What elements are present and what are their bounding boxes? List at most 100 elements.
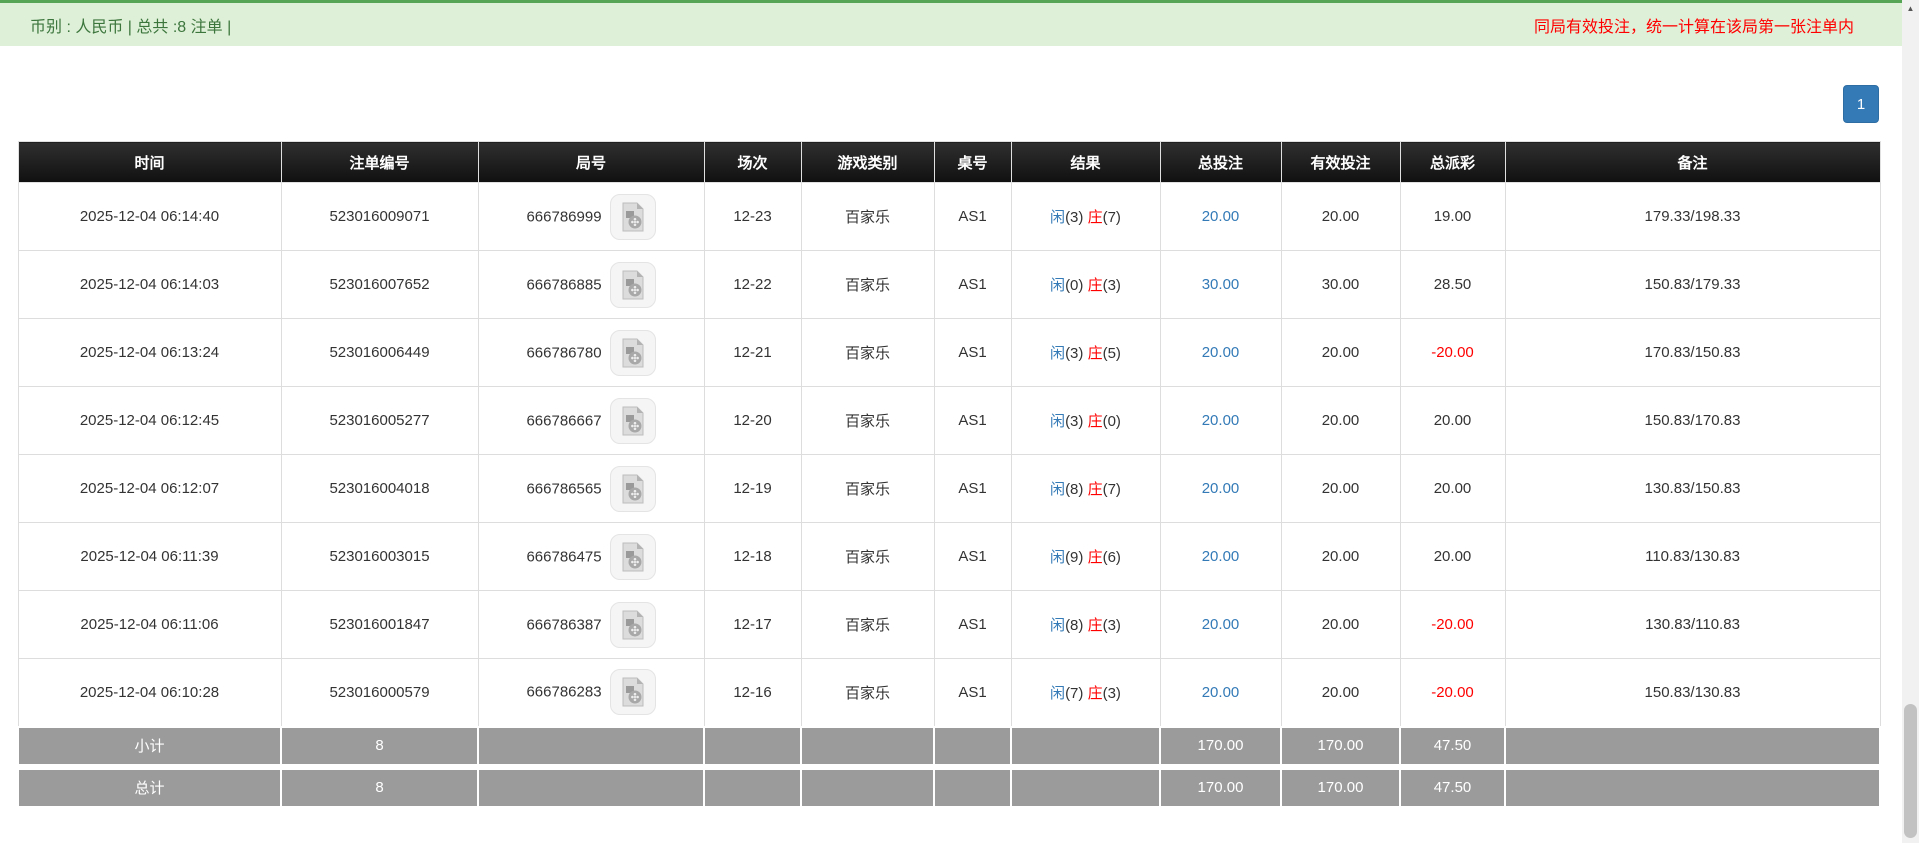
time-cell: 2025-12-04 06:13:24 [17,318,282,387]
result-player-label: 闲 [1050,481,1066,498]
total-total-bet: 170.00 [1159,763,1282,808]
round-cell: 666786475 [477,522,705,591]
result-cell: 闲(8) 庄(7) [1010,454,1161,523]
result-cell: 闲(3) 庄(5) [1010,318,1161,387]
payout-cell: 28.50 [1399,250,1506,319]
video-button[interactable] [609,465,656,512]
result-banker-count: (6) [1102,549,1121,566]
video-icon [622,406,644,435]
result-banker-label: 庄 [1087,345,1103,362]
time-cell: 2025-12-04 06:12:07 [17,454,282,523]
scrollbar-thumb[interactable] [1904,704,1917,838]
total-payout: 47.50 [1399,763,1506,808]
session-cell: 12-23 [703,182,802,251]
valid-bet-cell: 20.00 [1280,318,1401,387]
table-row: 2025-12-04 06:11:39 523016003015 666786475… [17,522,1881,591]
time-cell: 2025-12-04 06:10:28 [17,658,282,727]
round-number: 666786283 [526,683,602,701]
round-number: 666786999 [526,208,602,225]
remark-cell: 130.83/110.83 [1504,590,1881,659]
scroll-up-icon[interactable]: ▲ [1902,0,1919,17]
result-banker-label: 庄 [1087,277,1103,294]
total-bet-link[interactable]: 20.00 [1159,658,1282,727]
result-player-label: 闲 [1050,413,1066,430]
video-icon [622,610,644,639]
result-player-count: (9) [1065,549,1084,566]
header-cell: 桌号 [933,141,1012,183]
bet-id-cell: 523016005277 [280,386,479,455]
scrollbar[interactable]: ▲ [1902,0,1919,843]
bet-id-cell: 523016001847 [280,590,479,659]
result-banker-label: 庄 [1087,549,1103,566]
payout-cell: -20.00 [1399,658,1506,727]
table-no-cell: AS1 [933,658,1012,727]
payout-cell: 20.00 [1399,522,1506,591]
valid-bet-cell: 20.00 [1280,182,1401,251]
remark-cell: 179.33/198.33 [1504,182,1881,251]
round-cell: 666786565 [477,454,705,523]
video-button[interactable] [609,397,656,444]
total-remark [1504,763,1881,808]
payout-cell: -20.00 [1399,590,1506,659]
total-bet-link[interactable]: 30.00 [1159,250,1282,319]
payout-cell: -20.00 [1399,318,1506,387]
result-banker-label: 庄 [1087,481,1103,498]
video-button[interactable] [609,669,656,716]
game-type-cell: 百家乐 [800,590,935,659]
time-cell: 2025-12-04 06:11:39 [17,522,282,591]
subtotal-total-bet: 170.00 [1159,725,1282,768]
total-count: 8 [280,763,479,808]
total-empty-cell [933,763,1012,808]
total-bet-link[interactable]: 20.00 [1159,318,1282,387]
total-bet-link[interactable]: 20.00 [1159,522,1282,591]
total-bet-link[interactable]: 20.00 [1159,386,1282,455]
page-1-button[interactable]: 1 [1843,85,1879,123]
round-cell: 666786283 [477,658,705,727]
valid-bet-cell: 20.00 [1280,386,1401,455]
game-type-cell: 百家乐 [800,250,935,319]
total-bet-link[interactable]: 20.00 [1159,590,1282,659]
video-button[interactable] [609,261,656,308]
total-empty-cell [477,763,705,808]
total-bet-link[interactable]: 20.00 [1159,182,1282,251]
header-cell: 游戏类别 [800,141,935,183]
round-number: 666786565 [526,480,602,497]
total-empty-cell [703,763,802,808]
header-row: 时间 注单编号 局号 场次 游戏类别 桌号 结果 总投注 有效投注 总派彩 备注 [17,141,1881,183]
result-banker-count: (7) [1102,209,1121,226]
time-cell: 2025-12-04 06:14:03 [17,250,282,319]
result-cell: 闲(8) 庄(3) [1010,590,1161,659]
round-number: 666786387 [526,616,602,633]
total-bet-link[interactable]: 20.00 [1159,454,1282,523]
subtotal-empty-cell [477,725,705,768]
session-cell: 12-20 [703,386,802,455]
bet-table: 时间 注单编号 局号 场次 游戏类别 桌号 结果 总投注 有效投注 总派彩 备注 2025-12-04… [17,141,1881,808]
header-cell: 注单编号 [280,141,479,183]
time-cell: 2025-12-04 06:12:45 [17,386,282,455]
total-row: 总计 8 170.00 170.00 47.50 [17,763,1881,808]
result-player-count: (0) [1065,277,1084,294]
video-button[interactable] [609,533,656,580]
table-row: 2025-12-04 06:14:40 523016009071 666786999… [17,182,1881,251]
round-cell: 666786667 [477,386,705,455]
round-cell: 666786885 [477,250,705,319]
session-cell: 12-17 [703,590,802,659]
subtotal-payout: 47.50 [1399,725,1506,768]
remark-cell: 170.83/150.83 [1504,318,1881,387]
result-player-label: 闲 [1050,209,1066,226]
result-banker-label: 庄 [1087,413,1103,430]
video-button[interactable] [609,601,656,648]
video-button[interactable] [609,193,656,240]
video-button[interactable] [609,329,656,376]
header-cell: 备注 [1504,141,1881,183]
result-player-count: (3) [1065,345,1084,362]
game-type-cell: 百家乐 [800,658,935,727]
valid-bet-cell: 20.00 [1280,454,1401,523]
remark-cell: 150.83/130.83 [1504,658,1881,727]
game-type-cell: 百家乐 [800,454,935,523]
total-valid-bet: 170.00 [1280,763,1401,808]
header-cell: 结果 [1010,141,1161,183]
game-type-cell: 百家乐 [800,386,935,455]
bet-id-cell: 523016003015 [280,522,479,591]
header-cell: 局号 [477,141,705,183]
